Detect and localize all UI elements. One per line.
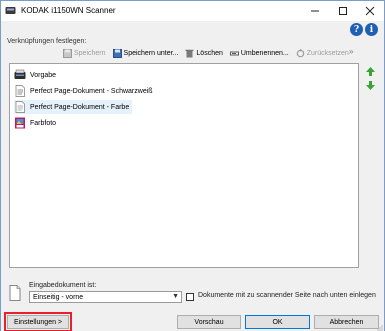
chevron-down-icon: ▼: [172, 293, 179, 300]
settings-button[interactable]: Einstellungen >: [7, 315, 69, 329]
list-item-label: Vorgabe: [30, 71, 57, 79]
help-icon[interactable]: ?: [350, 23, 363, 36]
info-icon-label: i: [369, 24, 374, 35]
help-icon-label: ?: [353, 24, 360, 35]
help-area: ? i: [350, 23, 378, 36]
input-document-select-value: Einseitig - vorne: [33, 293, 84, 301]
delete-button[interactable]: Löschen: [183, 47, 224, 59]
list-item-label: Farbfoto: [30, 119, 57, 127]
toolbar-more-icon[interactable]: »: [349, 47, 353, 56]
rename-icon: [229, 51, 239, 55]
scanner-icon: [14, 69, 26, 79]
shortcuts-list[interactable]: Vorgabe Perfect Page-Dokument - Schwarzw…: [9, 63, 359, 268]
document-bw-icon: [15, 85, 25, 97]
shortcuts-label: Verknüpfungen festlegen:: [7, 38, 87, 45]
list-item-label: Perfect Page-Dokument - Schwarzweiß: [30, 87, 153, 95]
preview-button[interactable]: Vorschau: [177, 315, 241, 329]
save-as-icon: [112, 48, 122, 58]
reset-label: Zurücksetzen: [306, 49, 349, 57]
face-down-checkbox[interactable]: [186, 293, 194, 301]
ok-button-label: OK: [272, 318, 283, 326]
face-down-checkbox-label: Dokumente mit zu scannender Seite nach u…: [198, 292, 376, 299]
app-icon: [5, 7, 16, 14]
save-icon: [63, 48, 72, 58]
close-icon[interactable]: [356, 1, 384, 21]
rename-label: Umbenennen...: [240, 49, 289, 57]
save-label: Speichern: [74, 49, 106, 57]
reset-icon: [296, 48, 305, 57]
shortcuts-toolbar: Speichern Speichern unter... Löschen Umb…: [61, 47, 351, 59]
reset-button[interactable]: Zurücksetzen: [294, 47, 351, 59]
move-down-icon[interactable]: [364, 79, 376, 91]
minimize-icon[interactable]: [301, 1, 329, 21]
window-title: KODAK i1150WN Scanner: [21, 6, 116, 15]
info-icon[interactable]: i: [365, 23, 378, 36]
input-document-select[interactable]: Einseitig - vorne ▼: [29, 291, 182, 303]
photo-icon: [15, 117, 25, 129]
save-button[interactable]: Speichern: [61, 47, 108, 59]
list-item[interactable]: Perfect Page-Dokument - Schwarzweiß: [14, 84, 156, 98]
title-bar: KODAK i1150WN Scanner: [1, 1, 384, 21]
delete-label: Löschen: [196, 49, 223, 57]
cancel-button-label: Abbrechen: [329, 318, 364, 326]
document-color-icon: [15, 101, 25, 113]
scanner-dialog: KODAK i1150WN Scanner ? i Verknüpfungen …: [0, 0, 385, 331]
list-item[interactable]: Vorgabe: [14, 68, 59, 82]
list-item-label: Perfect Page-Dokument - Farbe: [30, 103, 130, 111]
preview-button-label: Vorschau: [194, 318, 224, 326]
trash-icon: [185, 49, 194, 57]
move-up-icon[interactable]: [364, 65, 376, 77]
cancel-button[interactable]: Abbrechen: [314, 315, 379, 329]
save-as-button[interactable]: Speichern unter...: [111, 47, 181, 59]
list-item-selected[interactable]: Perfect Page-Dokument - Farbe: [14, 100, 133, 114]
settings-button-label: Einstellungen >: [13, 318, 63, 326]
save-as-label: Speichern unter...: [123, 49, 179, 57]
list-item[interactable]: Farbfoto: [14, 116, 59, 130]
input-document-icon: [9, 285, 21, 301]
maximize-icon[interactable]: [329, 1, 357, 21]
rename-button[interactable]: Umbenennen...: [228, 47, 291, 59]
resize-grip-icon[interactable]: [377, 325, 383, 331]
input-document-label: Eingabedokument ist:: [29, 282, 97, 289]
ok-button[interactable]: OK: [245, 315, 310, 329]
